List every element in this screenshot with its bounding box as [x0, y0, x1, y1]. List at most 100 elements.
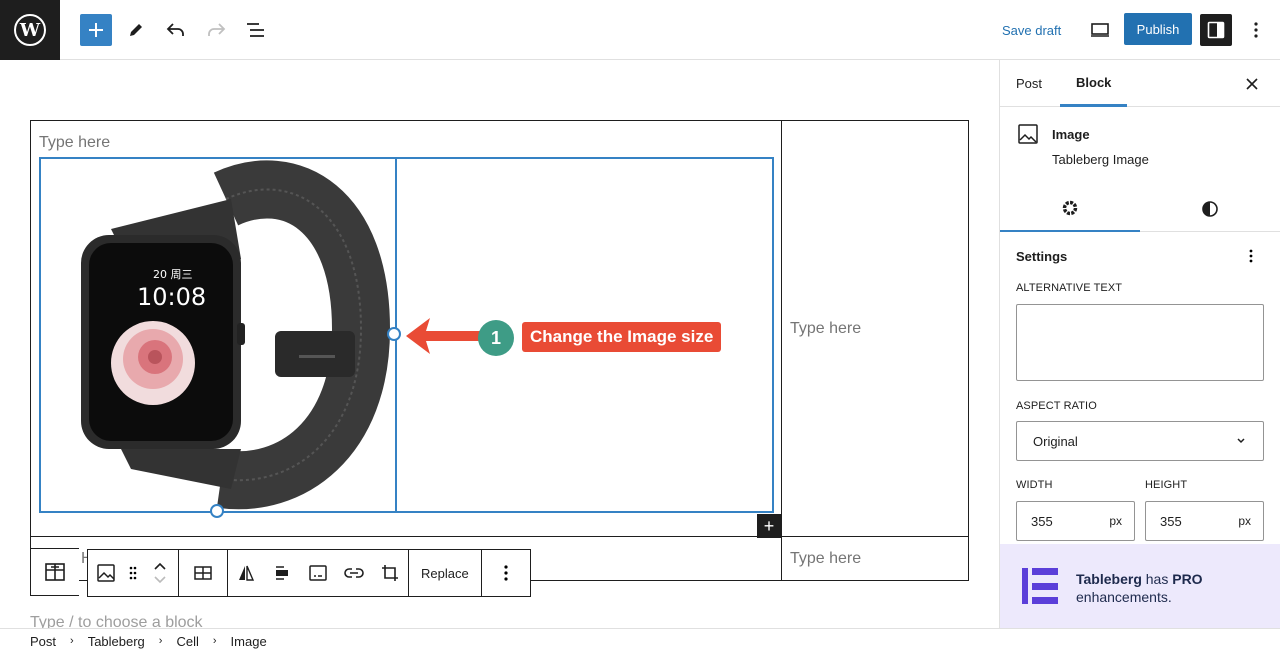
height-input[interactable]: 355 px [1145, 501, 1264, 541]
table-parent-icon [45, 563, 65, 581]
bottom-right-cell-placeholder[interactable]: Type here [790, 550, 861, 568]
block-appender[interactable]: Type / to choose a block [30, 614, 203, 628]
caption-icon [309, 565, 327, 581]
breadcrumb-post[interactable]: Post [26, 634, 60, 649]
promo-has: has [1141, 571, 1173, 587]
chevron-down-icon [1237, 438, 1245, 444]
breadcrumb-separator-icon: › [70, 635, 74, 647]
right-cell-placeholder[interactable]: Type here [790, 320, 861, 338]
settings-options-button[interactable] [1244, 246, 1258, 266]
wordpress-logo[interactable]: W [0, 0, 60, 60]
editor-header: W Save draft Publish [0, 0, 1280, 60]
tab-styles[interactable] [1140, 186, 1280, 232]
width-label: WIDTH [1016, 479, 1053, 491]
width-unit[interactable]: px [1109, 514, 1122, 528]
duotone-button[interactable] [228, 550, 264, 596]
insert-block-inline-button[interactable]: + [757, 514, 781, 538]
undo-icon [166, 23, 184, 36]
cell-placeholder[interactable]: Type here [39, 134, 110, 152]
aspect-ratio-select[interactable]: Original [1016, 421, 1264, 461]
aspect-ratio-label: ASPECT RATIO [1016, 400, 1097, 412]
publish-button[interactable]: Publish [1124, 13, 1192, 45]
align-left-icon [276, 566, 288, 580]
editor-canvas: Type here Type here Type here H 20 [0, 60, 999, 628]
inspector-tabs [1000, 186, 1280, 232]
replace-button[interactable]: Replace [409, 550, 481, 596]
caption-button[interactable] [300, 550, 336, 596]
smartwatch-image: 20 周三 10:08 [81, 160, 391, 510]
preview-button[interactable] [1084, 14, 1116, 46]
alt-text-label: ALTERNATIVE TEXT [1016, 282, 1123, 294]
chevron-down-icon [154, 576, 166, 584]
align-button[interactable] [264, 550, 300, 596]
settings-toggle-button[interactable] [1200, 14, 1232, 46]
contrast-icon [1202, 201, 1218, 217]
block-type-button[interactable] [88, 550, 124, 596]
parent-select-toolbar [30, 548, 79, 596]
link-icon [344, 568, 364, 578]
drag-icon [129, 566, 137, 580]
tab-settings[interactable] [1000, 186, 1140, 232]
tab-post[interactable]: Post [1000, 60, 1058, 107]
resize-handle-bottom[interactable] [210, 504, 224, 518]
settings-sidebar: Post Block Image Tableberg Image Setting… [999, 60, 1280, 628]
pencil-icon [130, 24, 142, 36]
callout-arrow [406, 318, 482, 354]
flip-icon [239, 565, 255, 581]
tableberg-logo [1022, 568, 1058, 604]
desktop-icon [1091, 23, 1109, 37]
tools-button[interactable] [120, 14, 152, 46]
save-draft-button[interactable]: Save draft [992, 14, 1071, 46]
list-view-icon [247, 23, 264, 37]
breadcrumb-separator-icon: › [212, 635, 217, 647]
redo-icon [208, 23, 226, 36]
tab-block[interactable]: Block [1060, 60, 1128, 107]
image-block-icon [1018, 124, 1038, 149]
pro-promo-banner[interactable]: Tableberg has PRO enhancements. [1000, 544, 1280, 628]
table-options-button[interactable] [179, 550, 227, 596]
wordpress-icon: W [14, 14, 46, 46]
drag-handle[interactable] [124, 550, 142, 596]
redo-button[interactable] [200, 14, 232, 46]
column-divider [781, 121, 782, 581]
options-menu-button[interactable] [1240, 14, 1272, 46]
block-options-button[interactable] [482, 550, 530, 596]
promo-text: Tableberg has PRO enhancements. [1076, 570, 1203, 606]
breadcrumb-tableberg[interactable]: Tableberg [84, 634, 149, 649]
watch-date-text: 20 周三 [153, 268, 193, 281]
crop-icon [382, 565, 398, 581]
promo-line2: enhancements. [1076, 589, 1172, 605]
add-block-button[interactable] [80, 14, 112, 46]
crop-button[interactable] [372, 550, 408, 596]
sidebar-icon [1207, 21, 1225, 39]
resize-handle-right[interactable] [387, 327, 401, 341]
kebab-icon [1249, 249, 1253, 263]
select-parent-button[interactable] [31, 549, 79, 595]
promo-brand: Tableberg [1076, 571, 1142, 587]
undo-button[interactable] [160, 14, 192, 46]
block-breadcrumb: Post › Tableberg › Cell › Image [0, 628, 1280, 653]
block-card-description: Tableberg Image [1052, 152, 1149, 167]
kebab-icon [504, 565, 508, 581]
watch-time-text: 10:08 [137, 283, 206, 311]
image-icon [1018, 124, 1038, 144]
table-icon [194, 566, 212, 580]
close-sidebar-button[interactable] [1240, 72, 1264, 96]
document-overview-button[interactable] [240, 14, 272, 46]
promo-pro: PRO [1172, 571, 1203, 587]
move-up-down-buttons[interactable] [142, 550, 178, 596]
link-button[interactable] [336, 550, 372, 596]
row-divider [31, 536, 969, 537]
sidebar-tabs: Post Block [1000, 60, 1280, 107]
image-icon [97, 564, 115, 582]
height-value: 355 [1160, 513, 1182, 529]
height-label: HEIGHT [1145, 479, 1188, 491]
breadcrumb-cell[interactable]: Cell [172, 634, 202, 649]
close-icon [1246, 78, 1258, 90]
plus-icon [89, 23, 103, 37]
height-unit[interactable]: px [1238, 514, 1251, 528]
width-input[interactable]: 355 px [1016, 501, 1135, 541]
width-value: 355 [1031, 513, 1053, 529]
settings-panel-title[interactable]: Settings [1016, 249, 1067, 264]
alt-text-field[interactable] [1016, 304, 1264, 381]
